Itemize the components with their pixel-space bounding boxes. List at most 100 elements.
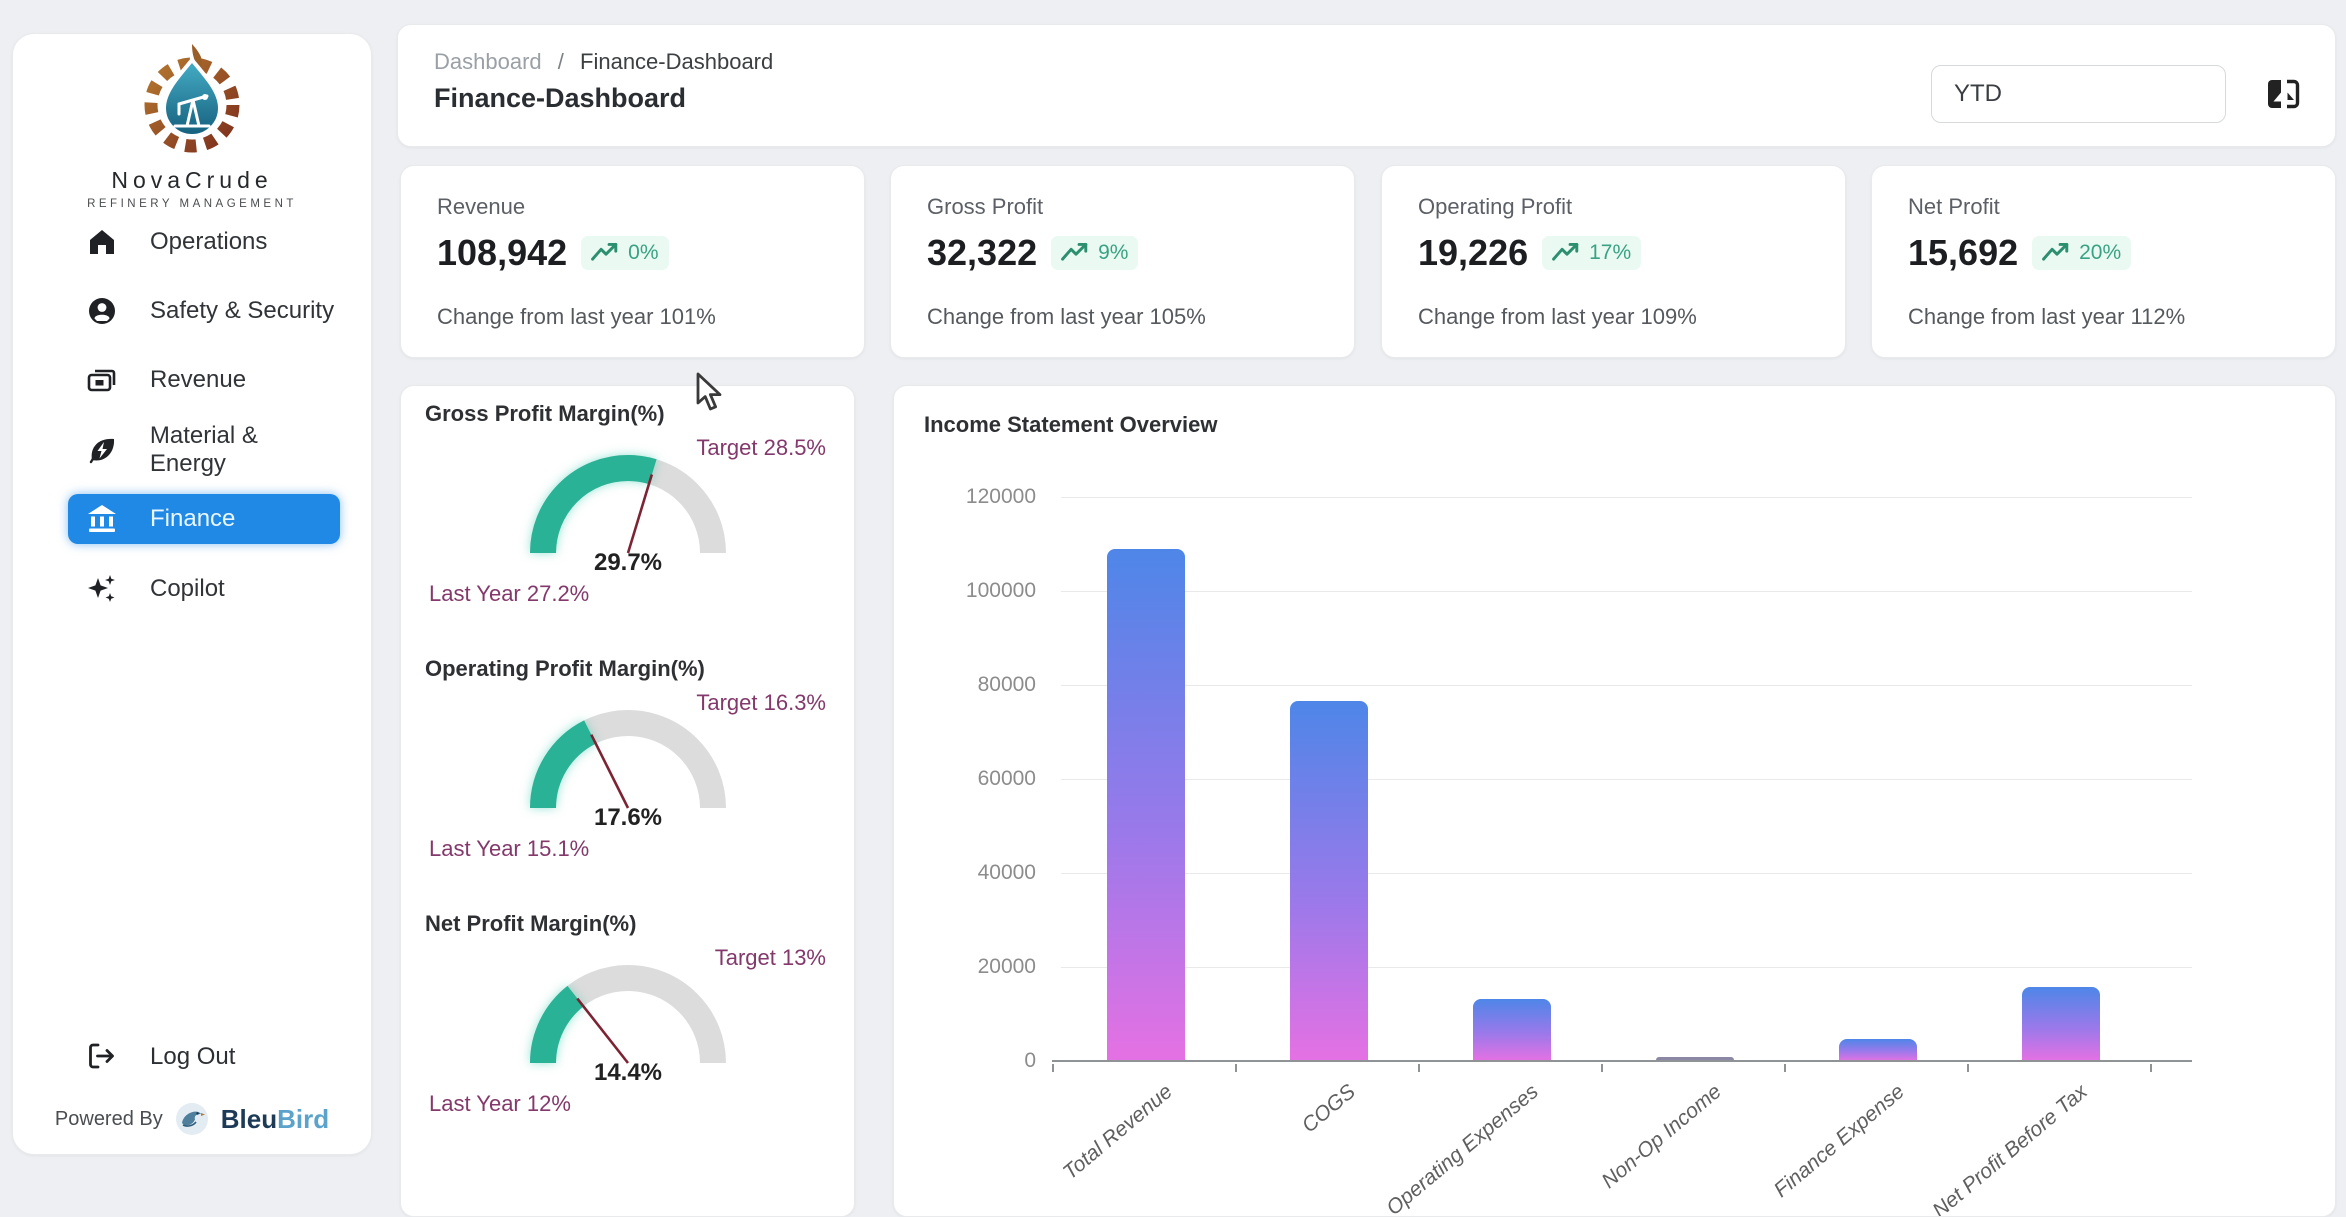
gridline	[1061, 497, 2192, 498]
gauge-arc	[508, 943, 748, 1077]
x-axis-tick	[1784, 1064, 1786, 1072]
trending-up-icon	[1061, 242, 1091, 264]
sidebar-item-operations[interactable]: Operations	[68, 217, 340, 267]
kpi-change-text: Change from last year 109%	[1418, 304, 1697, 330]
gridline	[1061, 779, 2192, 780]
novacrude-logo-icon	[117, 42, 267, 160]
flip-horizontal-button[interactable]	[2256, 67, 2310, 121]
period-select-value: YTD	[1954, 80, 2002, 108]
bleubird-logo-icon	[173, 1100, 211, 1138]
sidebar-item-finance[interactable]: Finance	[68, 494, 340, 544]
sidebar-item-label: Material & Energy	[150, 422, 340, 478]
x-axis-category-label: Operating Expenses	[1352, 1080, 1544, 1217]
kpi-trend-chip: 0%	[581, 236, 668, 270]
breadcrumb-parent[interactable]: Dashboard	[434, 49, 542, 74]
logout-label: Log Out	[150, 1043, 235, 1071]
x-axis-tick	[1052, 1064, 1054, 1072]
gauge-net-profit-margin: Net Profit Margin(%) Target 13% 14.4% La…	[401, 911, 854, 1166]
kpi-value: 15,692	[1908, 232, 2018, 274]
sidebar-item-label: Finance	[150, 505, 235, 533]
margin-gauges-panel: Gross Profit Margin(%) Target 28.5% 29.7…	[400, 385, 855, 1217]
mouse-cursor	[694, 372, 728, 412]
y-axis-tick-label: 120000	[904, 485, 1036, 509]
x-axis-category-label: Non-Op Income	[1535, 1080, 1727, 1217]
bar-operating-expenses	[1473, 999, 1551, 1061]
page-title: Finance-Dashboard	[434, 83, 686, 114]
kpi-change-text: Change from last year 112%	[1908, 304, 2185, 330]
breadcrumb-separator: /	[558, 49, 564, 74]
x-axis-category-label: Total Revenue	[986, 1080, 1178, 1217]
bar-cogs	[1290, 701, 1368, 1061]
sidebar-item-copilot[interactable]: Copilot	[68, 564, 340, 614]
app-logo: NovaCrude REFINERY MANAGEMENT	[13, 42, 371, 210]
kpi-trend-chip: 9%	[1051, 236, 1138, 270]
gauge-last-year-label: Last Year 15.1%	[429, 836, 589, 862]
breadcrumb: Dashboard / Finance-Dashboard	[434, 49, 773, 75]
y-axis-tick-label: 20000	[904, 955, 1036, 979]
logout-button[interactable]: Log Out	[68, 1032, 340, 1082]
kpi-label: Revenue	[437, 194, 525, 220]
user-circle-icon	[84, 293, 120, 329]
sparkles-icon	[84, 571, 120, 607]
trending-up-icon	[1552, 242, 1582, 264]
sidebar-item-safety-security[interactable]: Safety & Security	[68, 286, 340, 336]
chart-title: Income Statement Overview	[924, 412, 1217, 438]
sidebar-item-label: Safety & Security	[150, 297, 334, 325]
gauge-arc	[508, 433, 748, 567]
kpi-card-operating-profit: Operating Profit 19,226 17% Change from …	[1381, 165, 1846, 358]
powered-by-prefix: Powered By	[55, 1108, 163, 1131]
period-select[interactable]: YTD	[1931, 65, 2226, 123]
trending-up-icon	[2042, 242, 2072, 264]
kpi-card-revenue: Revenue 108,942 0% Change from last year…	[400, 165, 865, 358]
x-axis-tick	[1601, 1064, 1603, 1072]
leaf-bolt-icon	[84, 432, 120, 468]
gauge-last-year-label: Last Year 27.2%	[429, 581, 589, 607]
bar-net-profit-before-tax	[2022, 987, 2100, 1061]
x-axis-tick	[1967, 1064, 1969, 1072]
bank-icon	[84, 501, 120, 537]
gauge-operating-profit-margin: Operating Profit Margin(%) Target 16.3% …	[401, 656, 854, 911]
y-axis-tick-label: 100000	[904, 579, 1036, 603]
banknotes-icon	[84, 362, 120, 398]
kpi-change-text: Change from last year 101%	[437, 304, 716, 330]
header-bar: Dashboard / Finance-Dashboard Finance-Da…	[397, 24, 2336, 147]
home-icon	[84, 224, 120, 260]
sidebar-item-label: Operations	[150, 228, 267, 256]
gauge-value: 14.4%	[548, 1059, 708, 1087]
gridline	[1061, 967, 2192, 968]
sidebar-item-label: Copilot	[150, 575, 225, 603]
kpi-card-net-profit: Net Profit 15,692 20% Change from last y…	[1871, 165, 2336, 358]
sidebar-item-material-energy[interactable]: Material & Energy	[68, 425, 340, 475]
logo-tagline: REFINERY MANAGEMENT	[13, 198, 371, 210]
kpi-label: Net Profit	[1908, 194, 2000, 220]
y-axis-tick-label: 80000	[904, 673, 1036, 697]
breadcrumb-current: Finance-Dashboard	[580, 49, 773, 74]
gauge-value: 29.7%	[548, 549, 708, 577]
gauge-last-year-label: Last Year 12%	[429, 1091, 571, 1117]
kpi-trend-chip: 20%	[2032, 236, 2131, 270]
kpi-trend-pct: 0%	[628, 241, 658, 265]
x-axis-category-label: Net Profit Before Tax	[1901, 1080, 2093, 1217]
kpi-trend-pct: 9%	[1098, 241, 1128, 265]
sidebar-item-revenue[interactable]: Revenue	[68, 355, 340, 405]
kpi-trend-chip: 17%	[1542, 236, 1641, 270]
x-axis-tick	[1235, 1064, 1237, 1072]
bar-total-revenue	[1107, 549, 1185, 1061]
kpi-card-gross-profit: Gross Profit 32,322 9% Change from last …	[890, 165, 1355, 358]
brand-name: BleuBird	[221, 1104, 329, 1135]
gauge-title: Net Profit Margin(%)	[425, 911, 636, 937]
kpi-label: Operating Profit	[1418, 194, 1572, 220]
gridline	[1061, 685, 2192, 686]
gauge-title: Gross Profit Margin(%)	[425, 401, 665, 427]
income-statement-chart-panel: Income Statement Overview 0 20000 40000 600…	[893, 385, 2336, 1217]
x-axis-line	[1052, 1060, 2192, 1062]
powered-by: Powered By BleuBird	[13, 1100, 371, 1138]
y-axis-tick-label: 40000	[904, 861, 1036, 885]
y-axis-tick-label: 0	[904, 1049, 1036, 1073]
kpi-label: Gross Profit	[927, 194, 1043, 220]
x-axis-category-label: Finance Expense	[1718, 1080, 1910, 1217]
y-axis-tick-label: 60000	[904, 767, 1036, 791]
x-axis-tick	[1418, 1064, 1420, 1072]
gridline	[1061, 591, 2192, 592]
kpi-trend-pct: 17%	[1589, 241, 1631, 265]
